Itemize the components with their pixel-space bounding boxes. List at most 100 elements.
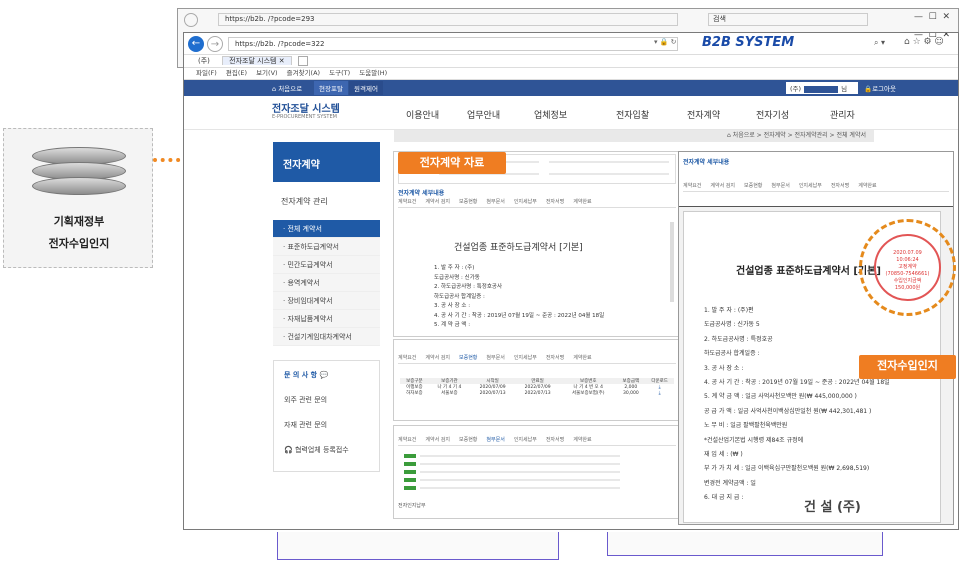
tab-e-signature[interactable]: 전자서명	[546, 355, 564, 361]
browser-tab[interactable]: 전자조달 시스템 ✕	[222, 56, 292, 65]
tab-attachments[interactable]: 첨부문서	[486, 355, 504, 361]
sidebar-item-standard-subcontract[interactable]: · 표준하도급계약서	[273, 238, 380, 256]
tab-attachments[interactable]: 첨부문서	[486, 437, 504, 443]
sidebar-heading[interactable]: 전자계약	[273, 142, 380, 182]
sidebar-item-equipment-lease[interactable]: · 장비임대계약서	[273, 292, 380, 310]
contract-document-panel: 전자계약 세부내용 계약요건 계약서 검지 보증현황 첨부문서 인지세납부 전자서명 계약완…	[393, 151, 681, 337]
menu-view[interactable]: 보기(V)	[256, 69, 277, 77]
sidebar-item-private-contract[interactable]: · 민간도급계약서	[273, 256, 380, 274]
file-row[interactable]	[420, 471, 620, 473]
menu-edit[interactable]: 편집(E)	[226, 69, 247, 77]
home-link[interactable]: ⌂ 처음으로	[272, 83, 302, 93]
window-controls[interactable]: — ☐ ✕	[914, 33, 950, 40]
tab-requirements[interactable]: 계약요건	[683, 183, 701, 189]
server-label-line2: 전자수입인지	[48, 237, 110, 250]
scrollbar[interactable]	[670, 222, 674, 302]
logout-link[interactable]: 🔒로그아웃	[864, 83, 896, 93]
user-prefix: (주)	[790, 85, 802, 93]
contract-viewer: 전자계약 세부내용 계약요건 계약서 검지 보증현황 첨부문서 인지세납부 전자서명 계약완…	[678, 151, 954, 525]
site-subtitle: E-PROCUREMENT SYSTEM	[272, 114, 337, 120]
stamp-date: 2020.07.09	[893, 250, 922, 256]
forward-arrow-icon[interactable]: →	[207, 36, 223, 52]
sidebar-subheading[interactable]: 전자계약 관리	[273, 182, 380, 220]
menu-tools[interactable]: 도구(T)	[329, 69, 350, 77]
document-title: 건설업종 표준하도급계약서 [기본]	[454, 243, 583, 253]
close-icon[interactable]: ✕	[279, 57, 285, 65]
tab-complete[interactable]: 계약완료	[573, 437, 591, 443]
nav-contract[interactable]: 전자계약	[687, 108, 720, 121]
tab-stamp-tax[interactable]: 인지세납부	[799, 183, 822, 189]
tab-contract-review[interactable]: 계약서 검지	[425, 355, 450, 361]
file-badge	[404, 486, 416, 490]
tab-e-signature[interactable]: 전자서명	[831, 183, 849, 189]
site-portal-button[interactable]: 현장포탈	[314, 81, 348, 95]
back-icon[interactable]	[184, 13, 198, 27]
address-bar[interactable]: https://b2b. /?pcode=322	[228, 37, 678, 51]
contract-data-callout: 전자계약 자료	[398, 152, 506, 174]
nav-business[interactable]: 업무안내	[467, 108, 500, 121]
download-icon[interactable]: ⤓	[645, 390, 674, 396]
tab-stamp-tax[interactable]: 인지세납부	[514, 355, 537, 361]
file-row[interactable]	[420, 487, 620, 489]
back-search-field[interactable]: 검색	[708, 13, 868, 26]
logout-label: 로그아웃	[872, 85, 897, 93]
search-icon[interactable]: ⌕ ▾	[874, 38, 885, 48]
file-row[interactable]	[420, 463, 620, 465]
sidebar-item-material-supply[interactable]: · 자재납품계약서	[273, 310, 380, 328]
file-row[interactable]	[420, 479, 620, 481]
back-address-bar[interactable]: https://b2b. /?pcode=293	[218, 13, 678, 26]
doc-line: 하도급공사 합계일증 :	[434, 293, 485, 300]
tab-attachments[interactable]: 첨부문서	[486, 199, 504, 205]
tab-e-signature[interactable]: 전자서명	[546, 437, 564, 443]
chat-icon: 💬	[319, 371, 329, 379]
nav-progress[interactable]: 전자기성	[756, 108, 789, 121]
tab-attachments[interactable]: 첨부문서	[771, 183, 789, 189]
tab-contract-review[interactable]: 계약서 검지	[425, 199, 450, 205]
tab-requirements[interactable]: 계약요건	[398, 355, 416, 361]
user-badge: (주) 님	[786, 82, 858, 94]
remote-control-button[interactable]: 원격제어	[349, 81, 383, 95]
back-arrow-icon[interactable]: ←	[188, 36, 204, 52]
nav-bidding[interactable]: 전자입찰	[616, 108, 649, 121]
tab-contract-review[interactable]: 계약서 검지	[425, 437, 450, 443]
sidebar-item-all-contracts[interactable]: · 전체 계약서	[273, 220, 380, 238]
tab-guarantee[interactable]: 보증현황	[459, 199, 477, 205]
tab-e-signature[interactable]: 전자서명	[546, 199, 564, 205]
table-cell: 서울보증보험(주)	[572, 391, 605, 396]
tab-contract-review[interactable]: 계약서 검지	[710, 183, 735, 189]
menu-favorites[interactable]: 즐겨찾기(A)	[287, 69, 320, 77]
nav-company[interactable]: 업체정보	[534, 108, 567, 121]
menu-help[interactable]: 도움말(H)	[359, 69, 387, 77]
tab-complete[interactable]: 계약완료	[573, 355, 591, 361]
qna-outsourcing-link[interactable]: 외주 관련 문의	[274, 386, 379, 411]
document-body: 1. 발 주 자 : (주) 도급공사명 : 신가동 2. 하도급공사명 : 특…	[434, 264, 669, 334]
company-seal-text: 건 설 (주)	[804, 500, 861, 515]
tab-requirements[interactable]: 계약요건	[398, 437, 416, 443]
sidebar-item-machinery-lease[interactable]: · 건설기계임대차계약서	[273, 328, 380, 346]
table-row[interactable]: 하자보증 서울보증 2020/07/13 2022/07/13 서울보증보험(주) 30,…	[400, 390, 674, 397]
new-tab-button[interactable]	[297, 56, 308, 66]
sidebar-item-service-contract[interactable]: · 용역계약서	[273, 274, 380, 292]
tab-stamp-tax[interactable]: 인지세납부	[514, 199, 537, 205]
file-row[interactable]	[420, 455, 620, 457]
tab-guarantee[interactable]: 보증현황	[744, 183, 762, 189]
tab-complete[interactable]: 계약완료	[573, 199, 591, 205]
nav-admin[interactable]: 관리자	[830, 108, 855, 121]
tab-guarantee[interactable]: 보증현황	[459, 355, 477, 361]
window-controls[interactable]: — ☐ ✕	[914, 12, 950, 22]
tab-guarantee[interactable]: 보증현황	[459, 437, 477, 443]
tab-complete[interactable]: 계약완료	[858, 183, 876, 189]
table-cell: 2020/07/13	[479, 390, 506, 396]
nav-guide[interactable]: 이용안내	[406, 108, 439, 121]
site-title[interactable]: 전자조달 시스템	[272, 100, 340, 115]
partner-registration-link[interactable]: 🎧 협력업체 등록접수	[274, 436, 379, 461]
doc-line: 3. 공 사 장 소 :	[434, 303, 471, 309]
viewer-tabs: 계약요건 계약서 검지 보증현황 첨부문서 인지세납부 전자서명 계약완료	[683, 182, 949, 192]
doc-line: 도급공사명 : 신가동	[434, 274, 480, 281]
doc-line: 2. 하도급공사명 : 특정호공	[704, 335, 773, 343]
menu-file[interactable]: 파일(F)	[196, 69, 217, 77]
qna-title-text: 문 의 사 항	[284, 371, 318, 379]
tab-requirements[interactable]: 계약요건	[398, 199, 416, 205]
qna-materials-link[interactable]: 자재 관련 문의	[274, 411, 379, 436]
tab-stamp-tax[interactable]: 인지세납부	[514, 437, 537, 443]
